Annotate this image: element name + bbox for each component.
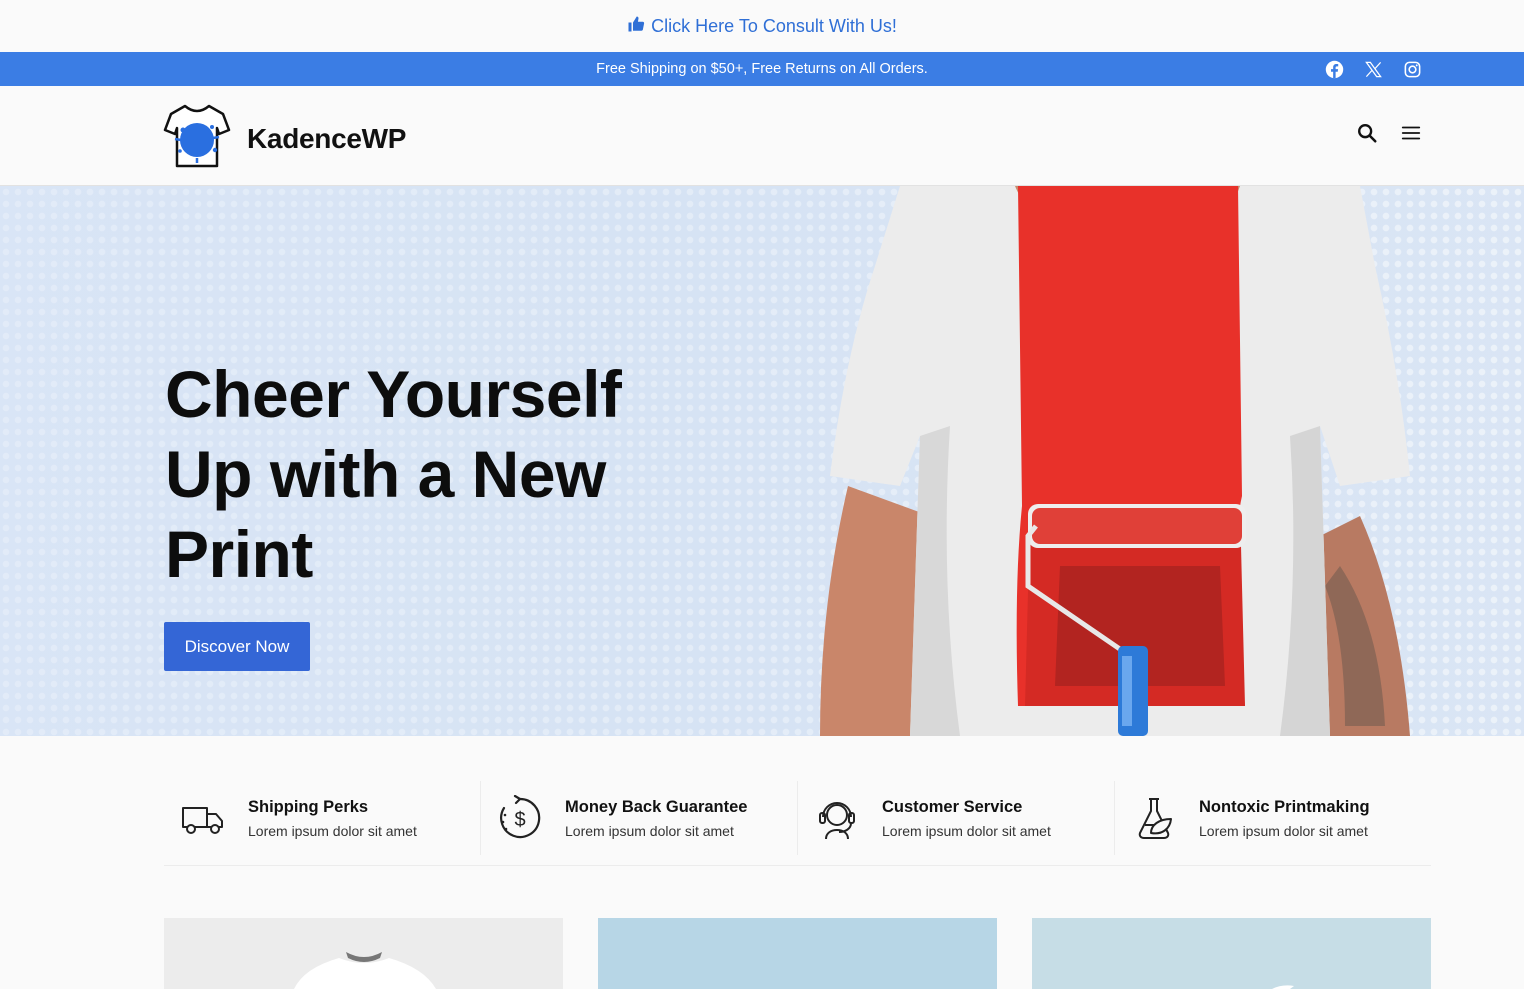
truck-icon — [180, 795, 226, 841]
feature-title: Nontoxic Printmaking — [1199, 797, 1370, 816]
thumbs-up-icon — [627, 15, 645, 38]
feature-title: Customer Service — [882, 797, 1023, 816]
product-cards — [164, 918, 1431, 989]
search-icon[interactable] — [1356, 122, 1378, 144]
notice-text: Free Shipping on $50+, Free Returns on A… — [596, 61, 928, 77]
flask-leaf-icon — [1131, 795, 1177, 841]
feature-nontoxic: Nontoxic Printmaking Lorem ipsum dolor s… — [1115, 781, 1431, 855]
product-card[interactable] — [598, 918, 997, 989]
product-image — [1272, 985, 1294, 989]
menu-icon[interactable] — [1400, 122, 1422, 144]
money-back-icon: $ — [497, 794, 543, 841]
feature-title: Money Back Guarantee — [565, 797, 748, 816]
feature-subtitle: Lorem ipsum dolor sit amet — [1199, 822, 1368, 839]
feature-subtitle: Lorem ipsum dolor sit amet — [882, 822, 1051, 839]
feature-customer-service: Customer Service Lorem ipsum dolor sit a… — [798, 781, 1115, 855]
feature-subtitle: Lorem ipsum dolor sit amet — [248, 822, 417, 839]
feature-money-back: $ Money Back Guarantee Lorem ipsum dolor… — [481, 781, 798, 855]
consult-text: Click Here To Consult With Us! — [651, 15, 897, 36]
hero-image — [820, 186, 1410, 736]
feature-title: Shipping Perks — [248, 797, 369, 816]
facebook-icon[interactable] — [1325, 60, 1344, 79]
hero-section: Cheer Yourself Up with a New Print Disco… — [0, 186, 1524, 736]
feature-shipping: Shipping Perks Lorem ipsum dolor sit ame… — [164, 781, 481, 855]
header-actions — [1356, 122, 1422, 144]
features-row: Shipping Perks Lorem ipsum dolor sit ame… — [164, 781, 1431, 866]
svg-text:$: $ — [514, 809, 525, 831]
discover-now-button[interactable]: Discover Now — [164, 622, 310, 671]
social-links — [1325, 52, 1422, 86]
hero-title: Cheer Yourself Up with a New Print — [165, 357, 622, 591]
product-card[interactable] — [164, 918, 563, 989]
tshirt-logo-icon — [163, 102, 231, 175]
x-icon[interactable] — [1364, 60, 1383, 79]
headset-icon — [814, 795, 860, 841]
instagram-icon[interactable] — [1403, 60, 1422, 79]
notice-bar: Free Shipping on $50+, Free Returns on A… — [0, 52, 1524, 86]
logo-text: KadenceWP — [247, 122, 407, 154]
product-card[interactable] — [1032, 918, 1431, 989]
consult-link[interactable]: Click Here To Consult With Us! — [0, 0, 1524, 52]
feature-subtitle: Lorem ipsum dolor sit amet — [565, 822, 734, 839]
product-tshirt-image — [294, 952, 436, 989]
site-logo[interactable]: KadenceWP — [163, 102, 406, 175]
site-header: KadenceWP — [0, 86, 1524, 186]
